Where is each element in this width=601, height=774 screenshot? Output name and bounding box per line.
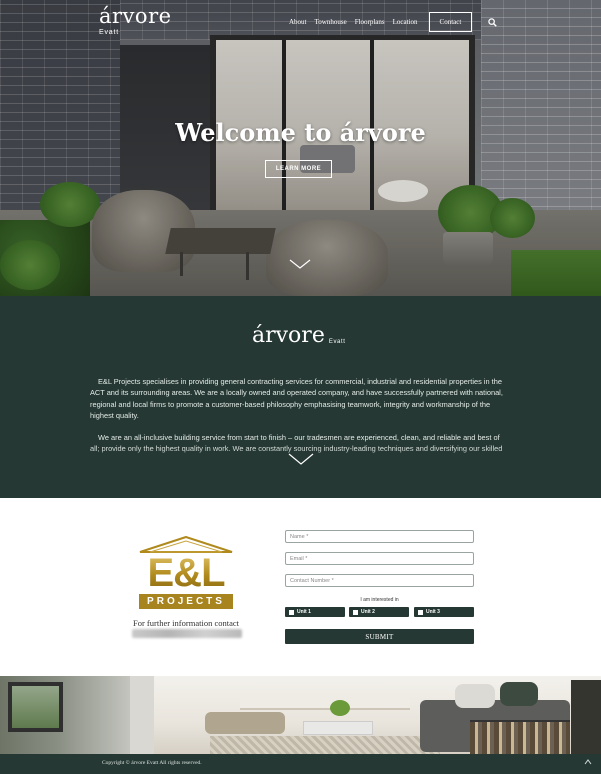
- learn-more-button[interactable]: LEARN MORE: [265, 160, 332, 178]
- sideboard: [240, 698, 410, 710]
- about-logo-suburb: Evatt: [328, 339, 346, 345]
- interior-image: [0, 676, 601, 754]
- site-logo[interactable]: árvore Evatt: [99, 4, 172, 37]
- rug: [210, 736, 440, 754]
- further-info-text: For further information contact: [133, 618, 239, 628]
- ottoman: [205, 712, 285, 734]
- unit-label: Unit 1: [297, 609, 311, 615]
- top-nav: árvore Evatt About Townhouse Floorplans …: [0, 0, 601, 40]
- unit-2-option[interactable]: Unit 2: [349, 607, 409, 617]
- logo-wordmark: árvore: [99, 4, 172, 28]
- main-menu: About Townhouse Floorplans Location Cont…: [289, 12, 498, 32]
- nav-item-townhouse[interactable]: Townhouse: [315, 18, 347, 26]
- checkbox[interactable]: [353, 609, 358, 615]
- chair: [571, 680, 601, 754]
- door-frame: [130, 676, 154, 754]
- checkbox[interactable]: [418, 609, 423, 615]
- about-section: árvore Evatt E&L Projects specialises in…: [0, 296, 601, 498]
- unit-label: Unit 3: [426, 609, 440, 615]
- unit-3-option[interactable]: Unit 3: [414, 607, 474, 617]
- about-logo-wordmark: árvore: [252, 323, 325, 348]
- search-icon[interactable]: [488, 17, 498, 27]
- contact-number-field[interactable]: [285, 574, 474, 587]
- about-logo: árvore Evatt: [252, 325, 346, 347]
- nav-item-about[interactable]: About: [289, 18, 307, 26]
- logo-projects-bar: PROJECTS: [139, 594, 233, 609]
- cushion: [455, 684, 495, 708]
- nav-item-floorplans[interactable]: Floorplans: [355, 18, 385, 26]
- unit-1-option[interactable]: Unit 1: [285, 607, 345, 617]
- email-field[interactable]: [285, 552, 474, 565]
- about-paragraph: E&L Projects specialises in providing ge…: [90, 377, 503, 421]
- contact-section: E&L PROJECTS For further information con…: [0, 498, 601, 676]
- interest-label: I am interested in: [360, 597, 399, 603]
- hero-overlay: [0, 0, 601, 296]
- cushion: [500, 682, 538, 706]
- hero-title: Welcome to árvore: [175, 118, 426, 147]
- nav-contact-button[interactable]: Contact: [428, 12, 473, 32]
- unit-label: Unit 2: [361, 609, 375, 615]
- chevron-down-icon[interactable]: [288, 453, 314, 465]
- window-view: [12, 686, 59, 728]
- copyright-text: Copyright © árvore Evatt All rights rese…: [102, 760, 202, 766]
- checkbox[interactable]: [289, 609, 294, 615]
- plant: [330, 700, 350, 716]
- chevron-up-icon[interactable]: [584, 759, 592, 765]
- bookshelf: [470, 720, 570, 754]
- nav-item-location[interactable]: Location: [393, 18, 418, 26]
- footer: Copyright © árvore Evatt All rights rese…: [0, 754, 601, 774]
- chevron-down-icon[interactable]: [289, 259, 311, 269]
- submit-button[interactable]: SUBMIT: [285, 629, 474, 644]
- el-projects-logo: E&L PROJECTS: [136, 536, 236, 614]
- redacted-contact-details: [132, 629, 242, 638]
- hero-section: árvore Evatt About Townhouse Floorplans …: [0, 0, 601, 296]
- name-field[interactable]: [285, 530, 474, 543]
- coffee-table: [303, 721, 373, 735]
- logo-letters: E&L: [136, 553, 236, 593]
- logo-suburb: Evatt: [99, 29, 119, 36]
